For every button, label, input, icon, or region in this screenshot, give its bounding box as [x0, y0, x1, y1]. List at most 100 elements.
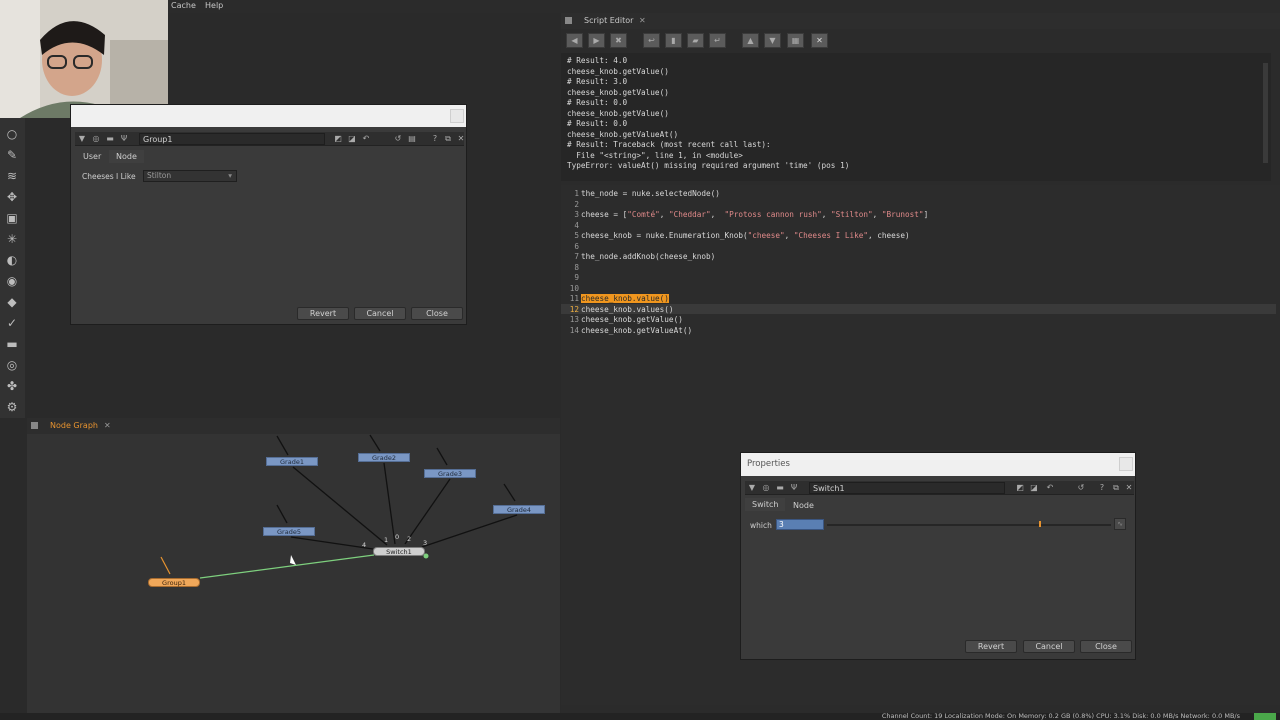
- tab-switch[interactable]: Switch: [745, 498, 786, 511]
- draw-tool-icon[interactable]: ✎: [5, 148, 19, 162]
- 3d-tool-icon[interactable]: ▣: [5, 211, 19, 225]
- float-icon[interactable]: ▬: [105, 134, 115, 144]
- revert-icon[interactable]: ↺: [393, 134, 403, 144]
- run-script-icon[interactable]: ↵: [709, 33, 726, 48]
- node-name-field[interactable]: Switch1: [809, 482, 1005, 494]
- which-slider-track[interactable]: [827, 524, 1111, 526]
- clear-output-icon[interactable]: ✕: [811, 33, 828, 48]
- animation-menu-icon[interactable]: ∿: [1114, 518, 1126, 530]
- output-scrollbar[interactable]: [1263, 63, 1268, 163]
- panel-menu-icon[interactable]: [565, 17, 572, 24]
- switch1-node[interactable]: Switch1: [373, 547, 425, 556]
- script-output[interactable]: # Result: 4.0 cheese_knob.getValue() # R…: [561, 53, 1271, 181]
- tab-node[interactable]: Node: [109, 150, 144, 163]
- collapse-icon[interactable]: ▼: [77, 134, 87, 144]
- color-swatch-2-icon[interactable]: ◪: [347, 134, 357, 144]
- metadata-tool-icon[interactable]: ◆: [5, 295, 19, 309]
- output-line: cheese_knob.getValue(): [567, 109, 669, 118]
- maximize-icon[interactable]: ⧉: [1111, 483, 1121, 493]
- grade5-input-arrow: [276, 504, 288, 524]
- close-icon[interactable]: [450, 109, 464, 123]
- cancel-button[interactable]: Cancel: [1023, 640, 1075, 653]
- transform-tool-icon[interactable]: ✥: [5, 190, 19, 204]
- close-node-icon[interactable]: ✕: [1124, 483, 1134, 493]
- which-slider-handle[interactable]: [1039, 521, 1041, 527]
- group1-input-arrow: [160, 556, 171, 575]
- input-label-1: 1: [384, 536, 389, 544]
- cancel-button[interactable]: Cancel: [354, 307, 406, 320]
- revert-icon[interactable]: ↺: [1076, 483, 1086, 493]
- grade4-node[interactable]: Grade4: [493, 505, 545, 514]
- revert-button[interactable]: Revert: [297, 307, 349, 320]
- node-name-field[interactable]: Group1: [139, 133, 325, 145]
- which-input[interactable]: 3: [776, 519, 824, 530]
- settings-icon[interactable]: ▤: [407, 134, 417, 144]
- grade2-node[interactable]: Grade2: [358, 453, 410, 462]
- layers-tool-icon[interactable]: ≋: [5, 169, 19, 183]
- close-button[interactable]: Close: [1080, 640, 1132, 653]
- menu-bar: Cache Help: [0, 0, 1280, 13]
- cheese-dropdown[interactable]: Stilton ▾: [143, 170, 237, 182]
- undo-icon[interactable]: ↶: [361, 134, 371, 144]
- deep-tool-icon[interactable]: ◐: [5, 253, 19, 267]
- menu-cache[interactable]: Cache: [171, 1, 196, 10]
- toolsets-tool-icon[interactable]: ✓: [5, 316, 19, 330]
- color-swatch-icon[interactable]: ◩: [333, 134, 343, 144]
- show-input-icon[interactable]: ▲: [742, 33, 759, 48]
- color-swatch-2-icon[interactable]: ◪: [1029, 483, 1039, 493]
- output-line: File "<string>", line 1, in <module>: [567, 151, 743, 160]
- show-output-icon[interactable]: ▼: [764, 33, 781, 48]
- panel-titlebar[interactable]: [71, 105, 466, 127]
- close-node-icon[interactable]: ✕: [456, 134, 466, 144]
- switch1-properties-panel: Properties ▼ ◎ ▬ Ψ Switch1 ◩ ◪ ↶ ↺ ? ⧉ ✕…: [740, 452, 1136, 660]
- help-icon[interactable]: ?: [1097, 483, 1107, 493]
- load-script-icon[interactable]: ▮: [665, 33, 682, 48]
- circle-tool-icon[interactable]: ○: [5, 127, 19, 141]
- code-line-9: 9: [574, 273, 579, 282]
- output-line: cheese_knob.getValueAt(): [567, 130, 679, 139]
- next-script-icon[interactable]: ▶: [588, 33, 605, 48]
- node-graph-panel[interactable]: Node Graph ✕ Grade1 Grade2 Grade3 Grade4…: [27, 418, 560, 713]
- group-to-switch: [199, 554, 375, 579]
- code-line-7: 7 the_node.addKnob(cheese_knob): [574, 252, 716, 261]
- previous-script-icon[interactable]: ◀: [566, 33, 583, 48]
- settings-tool-icon[interactable]: ⚙: [5, 400, 19, 414]
- grade1-node[interactable]: Grade1: [266, 457, 318, 466]
- group1-node[interactable]: Group1: [148, 578, 200, 587]
- help-icon[interactable]: ?: [430, 134, 440, 144]
- status-text: Channel Count: 19 Localization Mode: On …: [881, 712, 1240, 720]
- pin-icon[interactable]: Ψ: [119, 134, 129, 144]
- grade5-to-switch: [290, 536, 374, 550]
- input-label-3: 3: [423, 539, 428, 547]
- collapse-icon[interactable]: ▼: [747, 483, 757, 493]
- panel-titlebar[interactable]: Properties: [741, 453, 1135, 476]
- clear-history-icon[interactable]: ✖: [610, 33, 627, 48]
- tab-node[interactable]: Node: [786, 499, 821, 512]
- menu-help[interactable]: Help: [205, 1, 223, 10]
- revert-button[interactable]: Revert: [965, 640, 1017, 653]
- close-icon[interactable]: [1119, 457, 1133, 471]
- center-node-icon[interactable]: ◎: [91, 134, 101, 144]
- pin-icon[interactable]: Ψ: [789, 483, 799, 493]
- center-node-icon[interactable]: ◎: [761, 483, 771, 493]
- close-button[interactable]: Close: [411, 307, 463, 320]
- grade3-node[interactable]: Grade3: [424, 469, 476, 478]
- particles-tool-icon[interactable]: ✳: [5, 232, 19, 246]
- grade1-input-arrow: [276, 435, 289, 456]
- other-tool-icon[interactable]: ▬: [5, 337, 19, 351]
- color-swatch-icon[interactable]: ◩: [1015, 483, 1025, 493]
- tab-close-icon[interactable]: ✕: [639, 13, 646, 29]
- float-icon[interactable]: ▬: [775, 483, 785, 493]
- undo-icon[interactable]: ↶: [1045, 483, 1055, 493]
- grade5-node[interactable]: Grade5: [263, 527, 315, 536]
- views-tool-icon[interactable]: ◉: [5, 274, 19, 288]
- status-indicator: [1254, 713, 1276, 720]
- tab-script-editor[interactable]: Script Editor: [584, 13, 633, 29]
- tab-user[interactable]: User: [76, 150, 108, 163]
- maximize-icon[interactable]: ⧉: [443, 134, 453, 144]
- save-script-icon[interactable]: ▰: [687, 33, 704, 48]
- show-both-icon[interactable]: ▦: [787, 33, 804, 48]
- furnace-tool-icon[interactable]: ◎: [5, 358, 19, 372]
- plugins-tool-icon[interactable]: ✤: [5, 379, 19, 393]
- source-script-icon[interactable]: ↩: [643, 33, 660, 48]
